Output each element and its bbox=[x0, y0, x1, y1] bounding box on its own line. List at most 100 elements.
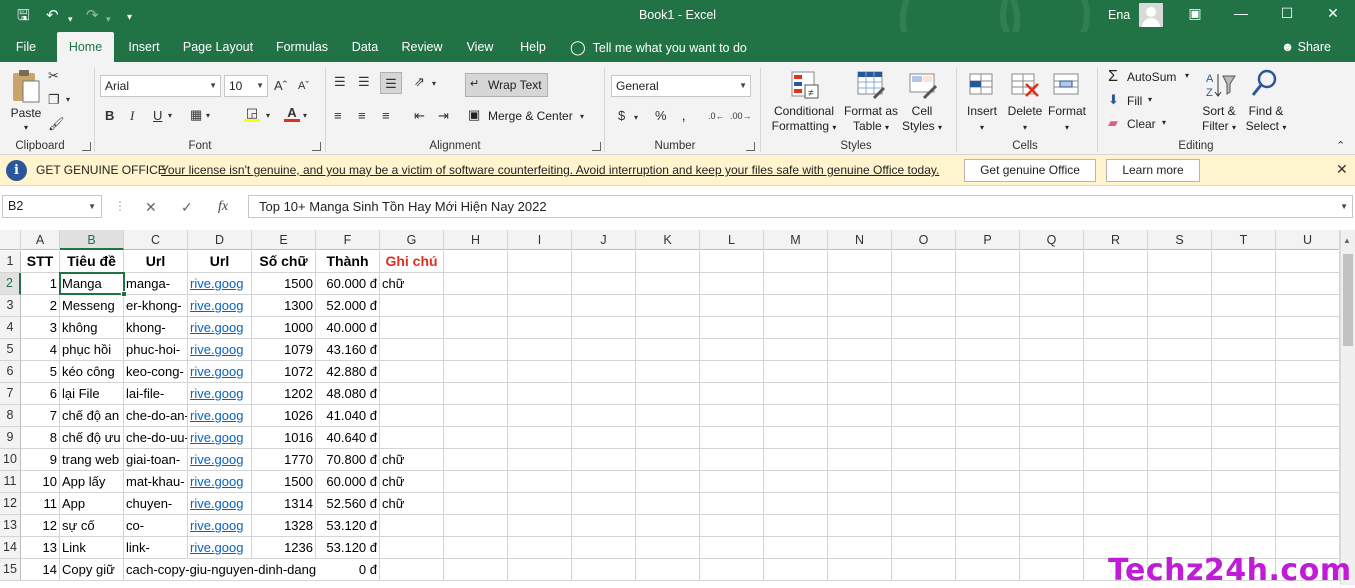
cell[interactable] bbox=[1148, 317, 1212, 339]
row-header-15[interactable]: 15 bbox=[0, 559, 21, 581]
cell[interactable] bbox=[892, 537, 956, 559]
cell[interactable] bbox=[956, 405, 1020, 427]
column-header-m[interactable]: M bbox=[764, 230, 828, 250]
cell[interactable] bbox=[956, 537, 1020, 559]
learn-more-button[interactable]: Learn more bbox=[1106, 159, 1200, 182]
cell[interactable]: 1026 bbox=[252, 405, 316, 427]
cell[interactable] bbox=[700, 449, 764, 471]
cell[interactable] bbox=[1148, 449, 1212, 471]
cell[interactable]: 1300 bbox=[252, 295, 316, 317]
cell[interactable]: 40.000 đ bbox=[316, 317, 380, 339]
cell[interactable] bbox=[444, 405, 508, 427]
cell[interactable]: 5 bbox=[21, 361, 60, 383]
row-header-8[interactable]: 8 bbox=[0, 405, 21, 427]
cell[interactable] bbox=[700, 559, 764, 581]
cell[interactable] bbox=[1084, 273, 1148, 295]
cell[interactable] bbox=[956, 493, 1020, 515]
format-painter-icon[interactable]: 🖌 bbox=[48, 116, 65, 132]
cell[interactable] bbox=[380, 383, 444, 405]
cell[interactable]: rive.goog bbox=[188, 537, 252, 559]
header-cell[interactable]: Ghi chú bbox=[380, 251, 444, 273]
cell[interactable] bbox=[828, 493, 892, 515]
cell[interactable]: 9 bbox=[21, 449, 60, 471]
cell[interactable]: 14 bbox=[21, 559, 60, 581]
cell[interactable] bbox=[1148, 405, 1212, 427]
cell[interactable] bbox=[892, 449, 956, 471]
sort-filter-icon[interactable]: A Z bbox=[1204, 70, 1236, 100]
tab-home[interactable]: Home bbox=[57, 32, 114, 62]
cell[interactable] bbox=[508, 295, 572, 317]
cell[interactable]: rive.goog bbox=[188, 405, 252, 427]
insert-cells-label[interactable]: Insert ▾ bbox=[962, 104, 1002, 135]
row-header-12[interactable]: 12 bbox=[0, 493, 21, 515]
cell[interactable]: Messeng bbox=[60, 295, 124, 317]
cell[interactable]: chuyen- bbox=[124, 493, 188, 515]
cell[interactable] bbox=[636, 339, 700, 361]
column-header-n[interactable]: N bbox=[828, 230, 892, 250]
cell[interactable]: chữ bbox=[380, 449, 444, 471]
cell[interactable] bbox=[956, 251, 1020, 273]
row-header-11[interactable]: 11 bbox=[0, 471, 21, 493]
cell[interactable]: không bbox=[60, 317, 124, 339]
cell[interactable] bbox=[764, 251, 828, 273]
row-header-9[interactable]: 9 bbox=[0, 427, 21, 449]
cell[interactable]: 12 bbox=[21, 515, 60, 537]
cell[interactable] bbox=[572, 361, 636, 383]
close-icon[interactable]: ✕ bbox=[1310, 5, 1355, 22]
cell[interactable] bbox=[892, 405, 956, 427]
cell[interactable]: 1770 bbox=[252, 449, 316, 471]
increase-indent-icon[interactable]: ⇥ bbox=[438, 108, 449, 124]
cell[interactable]: chữ bbox=[380, 273, 444, 295]
conditional-formatting-label[interactable]: Conditional Formatting ▾ bbox=[766, 104, 842, 135]
cell[interactable]: 60.000 đ bbox=[316, 471, 380, 493]
cell[interactable] bbox=[380, 317, 444, 339]
avatar[interactable] bbox=[1139, 3, 1163, 27]
cell[interactable] bbox=[892, 273, 956, 295]
format-as-table-label[interactable]: Format as Table ▾ bbox=[838, 104, 904, 135]
cell[interactable] bbox=[1020, 339, 1084, 361]
cell-styles-label[interactable]: Cell Styles ▾ bbox=[896, 104, 948, 135]
cell[interactable]: 3 bbox=[21, 317, 60, 339]
cell[interactable] bbox=[444, 427, 508, 449]
cell[interactable]: 11 bbox=[21, 493, 60, 515]
copy-icon[interactable]: ❐ bbox=[48, 92, 60, 108]
cell[interactable] bbox=[508, 361, 572, 383]
formula-input[interactable]: Top 10+ Manga Sinh Tồn Hay Mới Hiện Nay … bbox=[248, 195, 1353, 218]
cell[interactable] bbox=[508, 515, 572, 537]
cell[interactable] bbox=[444, 559, 508, 581]
column-header-k[interactable]: K bbox=[636, 230, 700, 250]
get-genuine-office-button[interactable]: Get genuine Office bbox=[964, 159, 1096, 182]
cell[interactable] bbox=[572, 273, 636, 295]
decrease-indent-icon[interactable]: ⇤ bbox=[414, 108, 425, 124]
cell[interactable] bbox=[572, 427, 636, 449]
row-header-2[interactable]: 2 bbox=[0, 273, 21, 295]
column-header-t[interactable]: T bbox=[1212, 230, 1276, 250]
cell[interactable]: rive.goog bbox=[188, 515, 252, 537]
cell[interactable] bbox=[636, 427, 700, 449]
column-header-l[interactable]: L bbox=[700, 230, 764, 250]
cell[interactable] bbox=[828, 559, 892, 581]
close-message-icon[interactable]: ✕ bbox=[1336, 161, 1348, 178]
insert-cells-icon[interactable] bbox=[968, 70, 996, 100]
cell[interactable]: 41.040 đ bbox=[316, 405, 380, 427]
cell[interactable] bbox=[636, 383, 700, 405]
cell[interactable] bbox=[1276, 273, 1340, 295]
cell[interactable] bbox=[1212, 273, 1276, 295]
wrap-text-button[interactable]: ↵ Wrap Text bbox=[465, 73, 548, 97]
cell[interactable]: App lấy bbox=[60, 471, 124, 493]
cell[interactable]: rive.goog bbox=[188, 427, 252, 449]
cell[interactable]: 1016 bbox=[252, 427, 316, 449]
cell[interactable]: 1328 bbox=[252, 515, 316, 537]
cell[interactable] bbox=[508, 559, 572, 581]
cell[interactable]: Copy giữ bbox=[60, 559, 124, 581]
cell[interactable]: rive.goog bbox=[188, 317, 252, 339]
cell[interactable]: keo-cong- bbox=[124, 361, 188, 383]
row-header-3[interactable]: 3 bbox=[0, 295, 21, 317]
orientation-dropdown-icon[interactable]: ▾ bbox=[432, 76, 436, 92]
cell[interactable]: trang web bbox=[60, 449, 124, 471]
cell[interactable]: 42.880 đ bbox=[316, 361, 380, 383]
cell[interactable] bbox=[1276, 295, 1340, 317]
cell[interactable] bbox=[380, 339, 444, 361]
cell[interactable] bbox=[828, 251, 892, 273]
cell[interactable]: chữ bbox=[380, 493, 444, 515]
